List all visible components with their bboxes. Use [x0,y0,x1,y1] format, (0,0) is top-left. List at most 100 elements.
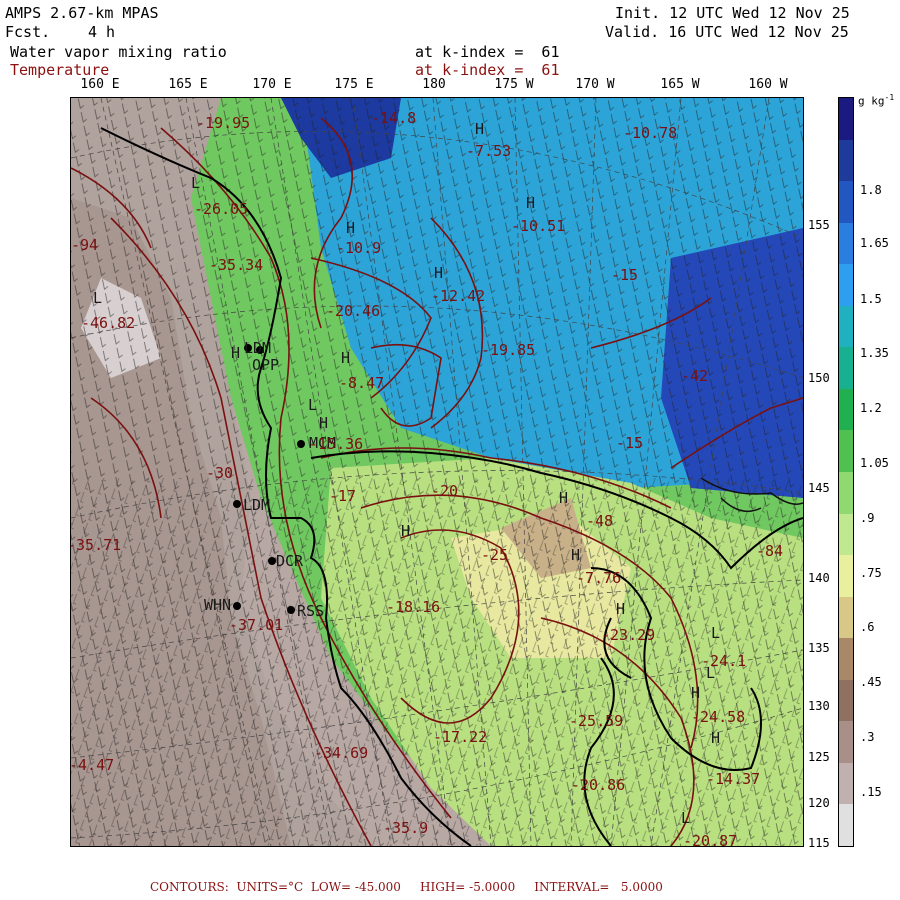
svg-text:H: H [401,522,410,540]
field-name-primary: Water vapor mixing ratio [10,43,227,61]
svg-text:H: H [341,349,350,367]
colorbar-label: 1.5 [860,292,882,306]
contour-label: -17.22 [433,728,487,746]
colorbar-segment [839,305,853,348]
svg-text:L: L [308,396,317,414]
contour-label: -23.29 [601,626,655,644]
svg-text:L: L [93,289,102,307]
contour-info: CONTOURS: UNITS=°C LOW= -45.000 HIGH= -5… [150,880,663,894]
colorbar-label: .3 [860,730,875,744]
contour-label: -24.58 [691,708,745,726]
contour-label: -20.46 [326,302,380,320]
contour-label: -84 [756,542,783,560]
svg-text:H: H [319,414,328,432]
colorbar-label: .45 [860,675,882,689]
colorbar-segment [839,804,853,847]
svg-text:L: L [711,624,720,642]
colorbar-label: .15 [860,785,882,799]
colorbar-segment [839,721,853,764]
station-label: OPP [252,356,279,374]
contour-label: -35.9 [383,819,428,837]
contour-label: -25.59 [569,712,623,730]
forecast-map[interactable]: LDM OPP MCM LDM DCR WHN RSS -19.95 -14.8… [70,97,804,847]
svg-text:H: H [526,194,535,212]
footer-low: LOW= -45.000 [310,880,401,894]
footer-contours: CONTOURS: [150,880,229,894]
lat-label: 115 [808,836,830,850]
contour-label: -42 [681,367,708,385]
lon-label: 160 E [80,77,120,92]
contour-label: -26.05 [194,200,248,218]
colorbar-segment [839,388,853,431]
contour-label: -10.9 [336,239,381,257]
contour-label: -14.8 [371,109,416,127]
station-label: LDM [244,339,271,357]
colorbar-segment [839,679,853,722]
forecast-label: Fcst. [5,23,51,41]
svg-text:H: H [616,600,625,618]
contour-label: -35.71 [71,536,121,554]
station-label: RSS [297,602,324,620]
colorbar-segment [839,513,853,556]
contour-label: -34.69 [314,744,368,762]
contour-label: -12.42 [431,287,485,305]
contour-label: -46.82 [81,314,135,332]
svg-text:H: H [691,684,700,702]
contour-label: -10.78 [623,124,677,142]
colorbar-label: 1.8 [860,183,882,197]
model-title: AMPS 2.67-km MPAS [5,4,159,22]
contour-label: -48 [586,512,613,530]
lat-label: 125 [808,750,830,764]
valid-time: Valid. 16 UTC Wed 12 Nov 25 [605,23,849,41]
contour-label: -14.37 [706,770,760,788]
colorbar-segment [839,181,853,224]
contour-label: -15 [611,266,638,284]
colorbar-segment [839,638,853,681]
footer-interval: INTERVAL= 5.0000 [534,880,663,894]
colorbar-label: 1.35 [860,346,889,360]
colorbar-segment [839,264,853,307]
colorbar-segment [839,555,853,598]
contour-label: -19.95 [196,114,250,132]
lon-label: 160 W [748,77,788,92]
station-label: LDM [243,496,270,514]
contour-label: -7.76 [576,569,621,587]
colorbar-segment [839,222,853,265]
lon-label: 165 W [660,77,700,92]
lon-label: 170 E [252,77,292,92]
lon-label: 175 E [334,77,374,92]
colorbar-segment [839,472,853,515]
colorbar-label: 1.05 [860,456,889,470]
svg-text:H: H [711,729,720,747]
footer-high: HIGH= -5.0000 [420,880,516,894]
contour-label: -4.47 [71,756,114,774]
lat-label: 135 [808,641,830,655]
svg-text:H: H [559,489,568,507]
colorbar-label: 1.2 [860,401,882,415]
colorbar [838,97,854,847]
contour-label: -20.87 [683,832,737,846]
svg-text:H: H [231,344,240,362]
svg-text:L: L [191,174,200,192]
svg-text:L: L [706,664,715,682]
colorbar-segment [839,762,853,805]
colorbar-label: .6 [860,620,875,634]
lat-label: 130 [808,699,830,713]
lon-label: 180 [422,77,446,92]
svg-text:H: H [475,120,484,138]
lon-label: 165 E [168,77,208,92]
svg-text:H: H [571,546,580,564]
colorbar-segment [839,347,853,390]
lat-label: 120 [808,796,830,810]
contour-label: -94 [71,236,98,254]
contour-label: -15.36 [309,435,363,453]
lat-label: 155 [808,218,830,232]
contour-label: -8.47 [339,374,384,392]
contour-label: -20 [431,482,458,500]
contour-label: -30 [206,464,233,482]
colorbar-segment [839,596,853,639]
contour-label: -18.16 [386,598,440,616]
init-time: Init. 12 UTC Wed 12 Nov 25 [615,4,850,22]
colorbar-segment [839,430,853,473]
lat-label: 150 [808,371,830,385]
